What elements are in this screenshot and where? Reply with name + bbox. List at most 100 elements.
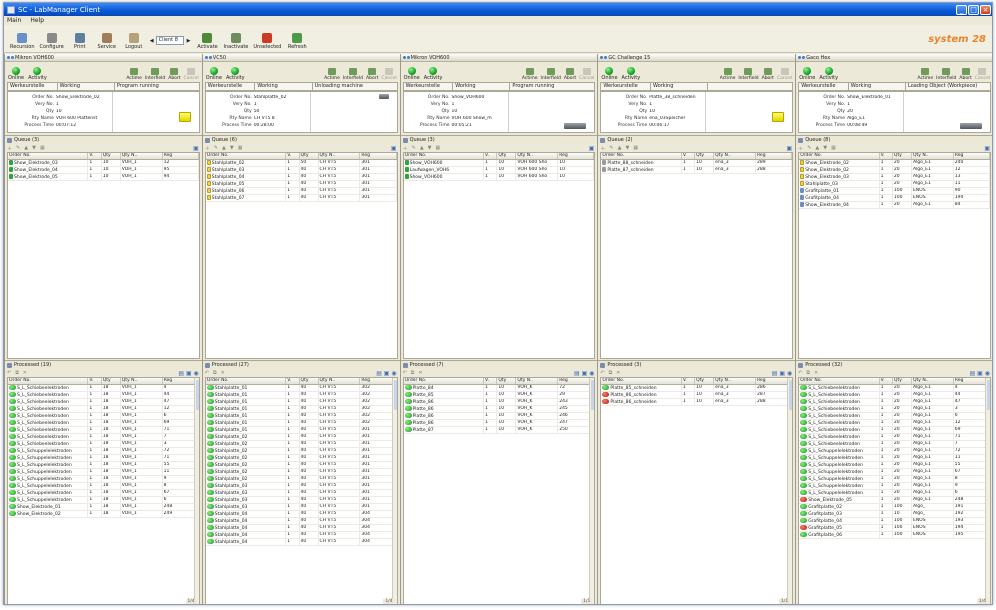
table-row[interactable]: Stahlplatte_04 1 40 CH VT5 304 bbox=[205, 531, 397, 539]
table-row[interactable]: S_L_Schuppelelektroden 1 18 VOH_1 55 bbox=[8, 461, 199, 469]
queue-export-icon[interactable]: ▣ bbox=[589, 145, 595, 152]
queue-up-icon[interactable]: ▲ bbox=[815, 145, 819, 151]
table-row[interactable]: S_L_Schiebeelektroden 1 18 VOH_1 47 bbox=[8, 398, 199, 406]
table-row[interactable]: Platte_86 1 10 VOH_K 247 bbox=[403, 419, 595, 427]
table-row[interactable]: Stahlplatte_03 1 40 CH VT5 301 bbox=[205, 496, 397, 504]
queue-up-icon[interactable]: ▲ bbox=[618, 145, 622, 151]
queue-edit-icon[interactable]: ✎ bbox=[412, 145, 416, 151]
table-row[interactable]: Stahlplatte_07 1 40 CH VT5 301 bbox=[205, 194, 397, 202]
table-row[interactable]: S_L_Schiebeelektroden 1 20 Algo_E1 3 bbox=[799, 405, 990, 413]
table-row[interactable]: Grafitplatte_04 1 100 ENOS 194 bbox=[799, 194, 990, 202]
table-row[interactable]: Grafitplatte_05 1 100 ENOS 194 bbox=[799, 524, 990, 532]
prev-client-arrow-icon[interactable]: ◀ bbox=[150, 38, 154, 44]
cancel-button[interactable]: Cancel bbox=[777, 68, 792, 81]
processed-copy-icon[interactable]: ⧉ bbox=[213, 370, 217, 376]
table-row[interactable]: Show_Elektrode_02 1 20 Algo_E1 12 bbox=[799, 166, 990, 174]
abort-button[interactable]: Abort bbox=[959, 68, 972, 81]
queue-down-icon[interactable]: ▼ bbox=[428, 145, 432, 151]
table-row[interactable]: Stahlplatte_02 1 40 CH VT5 301 bbox=[205, 468, 397, 476]
table-row[interactable]: S_L_Schuppelelektroden 1 20 Algo_E1 72 bbox=[799, 447, 990, 455]
table-row[interactable]: Platte_86_schneiden 1 10 ena_3 287 bbox=[601, 391, 793, 399]
table-row[interactable]: Show_VOH600 1 10 VOH 600 Sho 10 bbox=[403, 173, 595, 181]
queue-add-icon[interactable]: ＋ bbox=[7, 145, 12, 152]
table-row[interactable]: S_L_Schiebeelektroden 1 18 VOH_1 4 bbox=[8, 384, 199, 392]
table-row[interactable]: S_L_Schiebeelektroden 1 20 Algo_E1 71 bbox=[799, 433, 990, 441]
processed-scrollbar[interactable] bbox=[391, 378, 397, 604]
processed-export-icon[interactable]: ▤ ▣ ◉ bbox=[574, 370, 594, 377]
table-row[interactable]: Stahlplatte_01 1 40 CH VT5 302 bbox=[205, 384, 397, 392]
activate-button[interactable]: Activate bbox=[196, 33, 218, 50]
queue-add-icon[interactable]: ＋ bbox=[205, 145, 210, 152]
inactivate-button[interactable]: Inactivate bbox=[223, 33, 248, 50]
table-row[interactable]: Stahlplatte_02 1 40 CH VT5 301 bbox=[205, 454, 397, 462]
table-row[interactable]: Grafitplatte_06 1 100 ENOS 195 bbox=[799, 531, 990, 539]
table-row[interactable]: Stahlplatte_03 1 40 CH VT5 301 bbox=[205, 482, 397, 490]
actime-button[interactable]: Actime bbox=[720, 68, 735, 81]
queue-add-icon[interactable]: ＋ bbox=[600, 145, 605, 152]
table-row[interactable]: S_L_Schuppelelektroden 1 20 Algo_E1 6 bbox=[799, 489, 990, 497]
processed-copy-icon[interactable]: ⧉ bbox=[609, 370, 613, 376]
table-row[interactable]: Show_Elektrode_04 1 10 VOH_1 95 bbox=[8, 166, 199, 174]
table-row[interactable]: Stahlplatte_01 1 40 CH VT5 302 bbox=[205, 419, 397, 427]
table-row[interactable]: Laufwagen_VOH6 1 10 VOH 600 Sho 10 bbox=[403, 166, 595, 174]
actime-button[interactable]: Actime bbox=[918, 68, 933, 81]
interfield-button[interactable]: Interfield bbox=[343, 68, 363, 81]
table-row[interactable]: S_L_Schuppelelektroden 1 18 VOH_1 71 bbox=[8, 454, 199, 462]
table-row[interactable]: Grafitplatte_02 1 100 Algo_ 191 bbox=[799, 503, 990, 511]
queue-filter-icon[interactable]: ▦ bbox=[831, 145, 836, 151]
table-row[interactable]: S_L_Schiebeelektroden 1 20 Algo_E1 47 bbox=[799, 398, 990, 406]
table-row[interactable]: Platte_87_schneiden 1 10 ena_3 288 bbox=[601, 166, 793, 174]
table-row[interactable]: S_L_Schiebeelektroden 1 18 VOH_1 7 bbox=[8, 433, 199, 441]
table-row[interactable]: S_L_Schiebeelektroden 1 18 VOH_1 44 bbox=[8, 391, 199, 399]
processed-scrollbar[interactable] bbox=[589, 378, 595, 604]
processed-scrollbar[interactable] bbox=[787, 378, 793, 604]
unselected-button[interactable]: Unselected bbox=[253, 33, 281, 50]
queue-up-icon[interactable]: ▲ bbox=[222, 145, 226, 151]
table-row[interactable]: Show_Elektrode_04 1 20 Algo_E1 84 bbox=[799, 201, 990, 209]
table-row[interactable]: S_L_Schuppelelektroden 1 18 VOH_1 6 bbox=[8, 496, 199, 504]
queue-filter-icon[interactable]: ▦ bbox=[40, 145, 45, 151]
queue-edit-icon[interactable]: ✎ bbox=[16, 145, 20, 151]
table-row[interactable]: S_L_Schuppelelektroden 1 18 VOH_1 72 bbox=[8, 447, 199, 455]
table-row[interactable]: S_L_Schuppelelektroden 1 18 VOH_1 9 bbox=[8, 475, 199, 483]
interfield-button[interactable]: Interfield bbox=[541, 68, 561, 81]
table-row[interactable]: S_L_Schiebeelektroden 1 18 VOH_1 6 bbox=[8, 412, 199, 420]
table-row[interactable]: S_L_Schuppelelektroden 1 20 Algo_E1 8 bbox=[799, 475, 990, 483]
table-row[interactable]: S_L_Schiebeelektroden 1 18 VOH_1 3 bbox=[8, 440, 199, 448]
table-row[interactable]: S_L_Schuppelelektroden 1 18 VOH_1 8 bbox=[8, 482, 199, 490]
table-row[interactable]: Stahlplatte_02 1 40 CH VT5 301 bbox=[205, 447, 397, 455]
processed-back-icon[interactable]: ↶ bbox=[403, 370, 407, 376]
table-row[interactable]: Stahlplatte_04 1 40 CH VT5 304 bbox=[205, 517, 397, 525]
cancel-button[interactable]: Cancel bbox=[381, 68, 397, 81]
processed-delete-icon[interactable]: ✕ bbox=[23, 370, 27, 376]
print-button[interactable]: Print bbox=[69, 33, 91, 50]
logout-button[interactable]: Logout bbox=[123, 33, 145, 50]
table-row[interactable]: Show_Elektrode_02 1 20 Algo_E1 240 bbox=[799, 159, 990, 167]
queue-edit-icon[interactable]: ✎ bbox=[214, 145, 218, 151]
abort-button[interactable]: Abort bbox=[366, 68, 378, 81]
table-row[interactable]: Stahlplatte_02 1 40 CH VT5 301 bbox=[205, 461, 397, 469]
queue-filter-icon[interactable]: ▦ bbox=[633, 145, 638, 151]
table-row[interactable]: Stahlplatte_04 1 40 CH VT5 304 bbox=[205, 510, 397, 518]
table-row[interactable]: S_L_Schuppelelektroden 1 20 Algo_E1 11 bbox=[799, 454, 990, 462]
table-row[interactable]: Platte_86 1 10 VOH_K 243 bbox=[403, 398, 595, 406]
table-row[interactable]: S_L_Schuppelelektroden 1 18 VOH_1 67 bbox=[8, 489, 199, 497]
processed-export-icon[interactable]: ▤ ▣ ◉ bbox=[376, 370, 396, 377]
refresh-button[interactable]: Refresh bbox=[286, 33, 308, 50]
processed-export-icon[interactable]: ▤ ▣ ◉ bbox=[772, 370, 792, 377]
processed-scrollbar[interactable] bbox=[984, 378, 990, 604]
table-row[interactable]: S_L_Schiebeelektroden 1 20 Algo_E1 7 bbox=[799, 440, 990, 448]
queue-export-icon[interactable]: ▣ bbox=[787, 145, 793, 152]
table-row[interactable]: Platte_85 1 10 VOH_K 29 bbox=[403, 391, 595, 399]
processed-delete-icon[interactable]: ✕ bbox=[616, 370, 620, 376]
table-row[interactable]: S_L_Schiebeelektroden 1 20 Algo_E1 44 bbox=[799, 391, 990, 399]
table-row[interactable]: Grafitplatte_01 1 100 ENOS 90 bbox=[799, 187, 990, 195]
menu-main[interactable]: Main bbox=[7, 17, 21, 24]
actime-button[interactable]: Actime bbox=[324, 68, 340, 81]
table-row[interactable]: Grafitplatte_03 1 10 Algo_ 192 bbox=[799, 510, 990, 518]
interfield-button[interactable]: Interfield bbox=[145, 68, 165, 81]
queue-down-icon[interactable]: ▼ bbox=[32, 145, 36, 151]
queue-down-icon[interactable]: ▼ bbox=[230, 145, 234, 151]
abort-button[interactable]: Abort bbox=[762, 68, 774, 81]
processed-export-icon[interactable]: ▤ ▣ ◉ bbox=[970, 370, 990, 377]
